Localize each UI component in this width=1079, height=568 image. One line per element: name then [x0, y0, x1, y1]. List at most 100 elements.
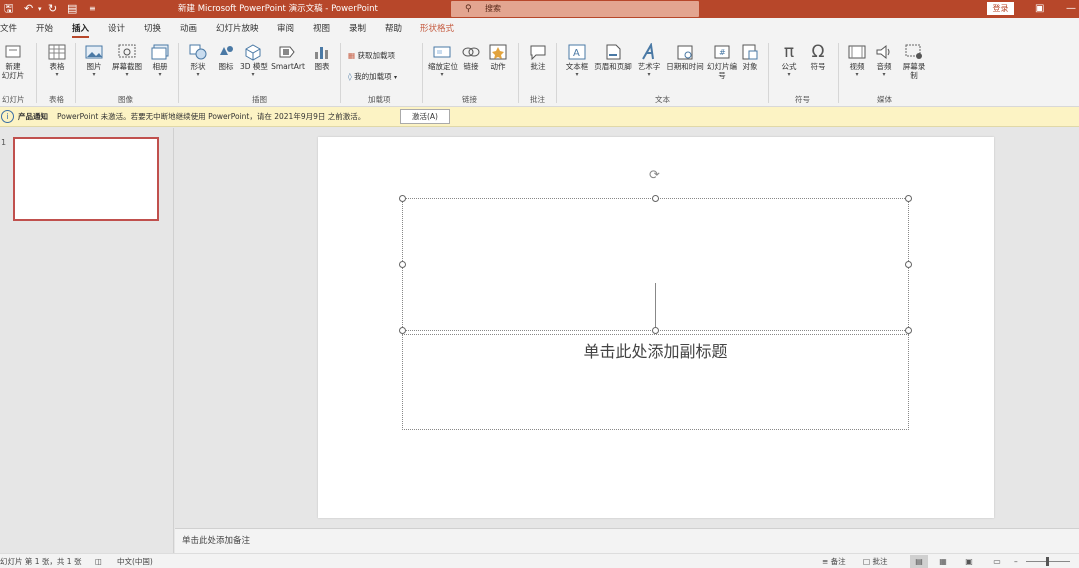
- reading-view-icon[interactable]: ▣: [960, 555, 978, 568]
- shapes-button[interactable]: 形状 ▾: [186, 43, 210, 78]
- group-label-tables: 表格: [49, 95, 64, 104]
- header-footer-button[interactable]: 页眉和页脚: [592, 43, 634, 71]
- audio-button[interactable]: 音频 ▾: [872, 43, 896, 78]
- slide-thumbnail[interactable]: [13, 137, 159, 221]
- slide-canvas: ⟳ 单击此处添加副标题: [175, 128, 1079, 528]
- customize-icon[interactable]: ≡: [89, 1, 96, 17]
- header-footer-icon: [606, 44, 621, 60]
- search-input[interactable]: ⚲ 搜索: [451, 1, 699, 17]
- resize-handle-left[interactable]: [399, 261, 406, 268]
- table-icon: [48, 44, 66, 60]
- language-indicator[interactable]: 中文(中国): [117, 554, 153, 568]
- tab-review[interactable]: 审阅: [277, 23, 294, 36]
- get-addins-button[interactable]: ▦ 获取加载项: [348, 50, 395, 62]
- subtitle-placeholder-text: 单击此处添加副标题: [583, 342, 728, 361]
- zoom-button[interactable]: 缩放定位 ▾: [428, 43, 458, 78]
- datetime-button[interactable]: 日期和时间: [664, 43, 706, 71]
- resize-handle-bottom-right[interactable]: [905, 327, 912, 334]
- tab-record[interactable]: 录制: [349, 23, 366, 36]
- new-slide-icon: [5, 45, 21, 58]
- text-cursor: [655, 283, 656, 327]
- smartart-icon: [279, 46, 295, 58]
- undo-icon[interactable]: ↶: [24, 1, 33, 17]
- tab-transitions[interactable]: 切换: [144, 23, 161, 36]
- comments-toggle-button[interactable]: □ 批注: [863, 554, 887, 568]
- notes-toggle-button[interactable]: ≡ 备注: [822, 554, 846, 568]
- title-bar: 🖫 ↶ ▾ ↻ ▤ ≡ 新建 Microsoft PowerPoint 演示文稿…: [0, 0, 1079, 18]
- action-icon: [489, 44, 507, 60]
- tab-animations[interactable]: 动画: [180, 23, 197, 36]
- textbox-button[interactable]: A 文本框 ▾: [564, 43, 590, 78]
- present-icon[interactable]: ▤: [67, 1, 77, 17]
- screen-record-button[interactable]: 屏幕录制: [900, 43, 928, 80]
- icons-button[interactable]: 图标: [214, 43, 238, 71]
- thumbnail-number: 1: [1, 138, 7, 147]
- save-icon[interactable]: 🖫: [4, 1, 13, 17]
- picture-icon: [85, 45, 103, 59]
- tab-shape-format[interactable]: 形状格式: [420, 23, 454, 36]
- video-icon: [848, 45, 866, 59]
- 3d-model-button[interactable]: 3D 模型 ▾: [240, 43, 268, 78]
- smartart-button[interactable]: SmartArt: [270, 43, 306, 71]
- resize-handle-top-right[interactable]: [905, 195, 912, 202]
- zoom-out-icon[interactable]: –: [1014, 554, 1018, 568]
- login-button[interactable]: 登录: [987, 2, 1014, 15]
- group-label-links: 链接: [462, 95, 477, 104]
- textbox-icon: A: [568, 44, 586, 60]
- speaker-icon: [876, 44, 890, 60]
- document-title: 新建 Microsoft PowerPoint 演示文稿 - PowerPoin…: [178, 4, 378, 14]
- tab-help[interactable]: 帮助: [385, 23, 402, 36]
- group-label-slides: 幻灯片: [2, 95, 25, 104]
- undo-dropdown-icon[interactable]: ▾: [38, 1, 42, 17]
- notification-title: 产品通知: [18, 112, 48, 121]
- rotate-handle-icon[interactable]: ⟳: [649, 168, 660, 183]
- comment-button[interactable]: 批注: [526, 43, 550, 71]
- new-slide-button[interactable]: 新建 幻灯片: [0, 43, 26, 80]
- activate-button[interactable]: 激活(A): [400, 109, 450, 124]
- tab-design[interactable]: 设计: [108, 23, 125, 36]
- notes-pane[interactable]: 单击此处添加备注: [175, 528, 1079, 553]
- slide[interactable]: ⟳ 单击此处添加副标题: [318, 137, 994, 518]
- zoom-slider-thumb[interactable]: [1046, 557, 1049, 566]
- action-button[interactable]: 动作: [486, 43, 510, 71]
- tab-slideshow[interactable]: 幻灯片放映: [216, 23, 259, 36]
- object-icon: [742, 44, 758, 60]
- ribbon-display-icon[interactable]: ▣: [1035, 0, 1044, 18]
- redo-icon[interactable]: ↻: [48, 1, 57, 17]
- slideshow-view-icon[interactable]: ▭: [988, 555, 1006, 568]
- album-button[interactable]: 相册 ▾: [148, 43, 172, 78]
- slide-number-button[interactable]: # 幻灯片编号: [707, 43, 737, 80]
- resize-handle-right[interactable]: [905, 261, 912, 268]
- video-button[interactable]: 视频 ▾: [845, 43, 869, 78]
- group-label-illustrations: 插图: [252, 95, 267, 104]
- slide-sorter-icon[interactable]: ▦: [934, 555, 952, 568]
- my-addins-button[interactable]: ◊ 我的加载项 ▾: [348, 71, 397, 84]
- accessibility-icon[interactable]: ◫: [95, 554, 102, 568]
- slide-number-icon: #: [714, 45, 730, 59]
- table-button[interactable]: 表格 ▾: [44, 43, 70, 78]
- wordart-icon: [642, 43, 654, 60]
- normal-view-icon[interactable]: ▤: [910, 555, 928, 568]
- equation-button[interactable]: π 公式 ▾: [776, 43, 802, 78]
- resize-handle-top-left[interactable]: [399, 195, 406, 202]
- chart-button[interactable]: 图表: [310, 43, 334, 71]
- wordart-button[interactable]: 艺术字 ▾: [636, 43, 662, 78]
- tab-view[interactable]: 视图: [313, 23, 330, 36]
- screenshot-button[interactable]: 屏幕截图 ▾: [108, 43, 146, 78]
- svg-text:#: #: [719, 48, 726, 57]
- minimize-icon[interactable]: —: [1066, 0, 1076, 18]
- picture-button[interactable]: 图片 ▾: [82, 43, 106, 78]
- zoom-icon: [433, 46, 451, 58]
- tab-file[interactable]: 文件: [0, 23, 17, 36]
- resize-handle-bottom-left[interactable]: [399, 327, 406, 334]
- tab-home[interactable]: 开始: [36, 23, 53, 36]
- object-button[interactable]: 对象: [738, 43, 762, 71]
- symbol-button[interactable]: Ω 符号: [806, 43, 830, 71]
- tab-insert[interactable]: 插入: [72, 23, 90, 38]
- resize-handle-top[interactable]: [652, 195, 659, 202]
- addins-icon: ◊: [348, 72, 352, 81]
- link-button[interactable]: 链接: [460, 43, 482, 71]
- subtitle-placeholder[interactable]: 单击此处添加副标题: [402, 334, 909, 430]
- comment-icon: [530, 45, 546, 61]
- resize-handle-bottom[interactable]: [652, 327, 659, 334]
